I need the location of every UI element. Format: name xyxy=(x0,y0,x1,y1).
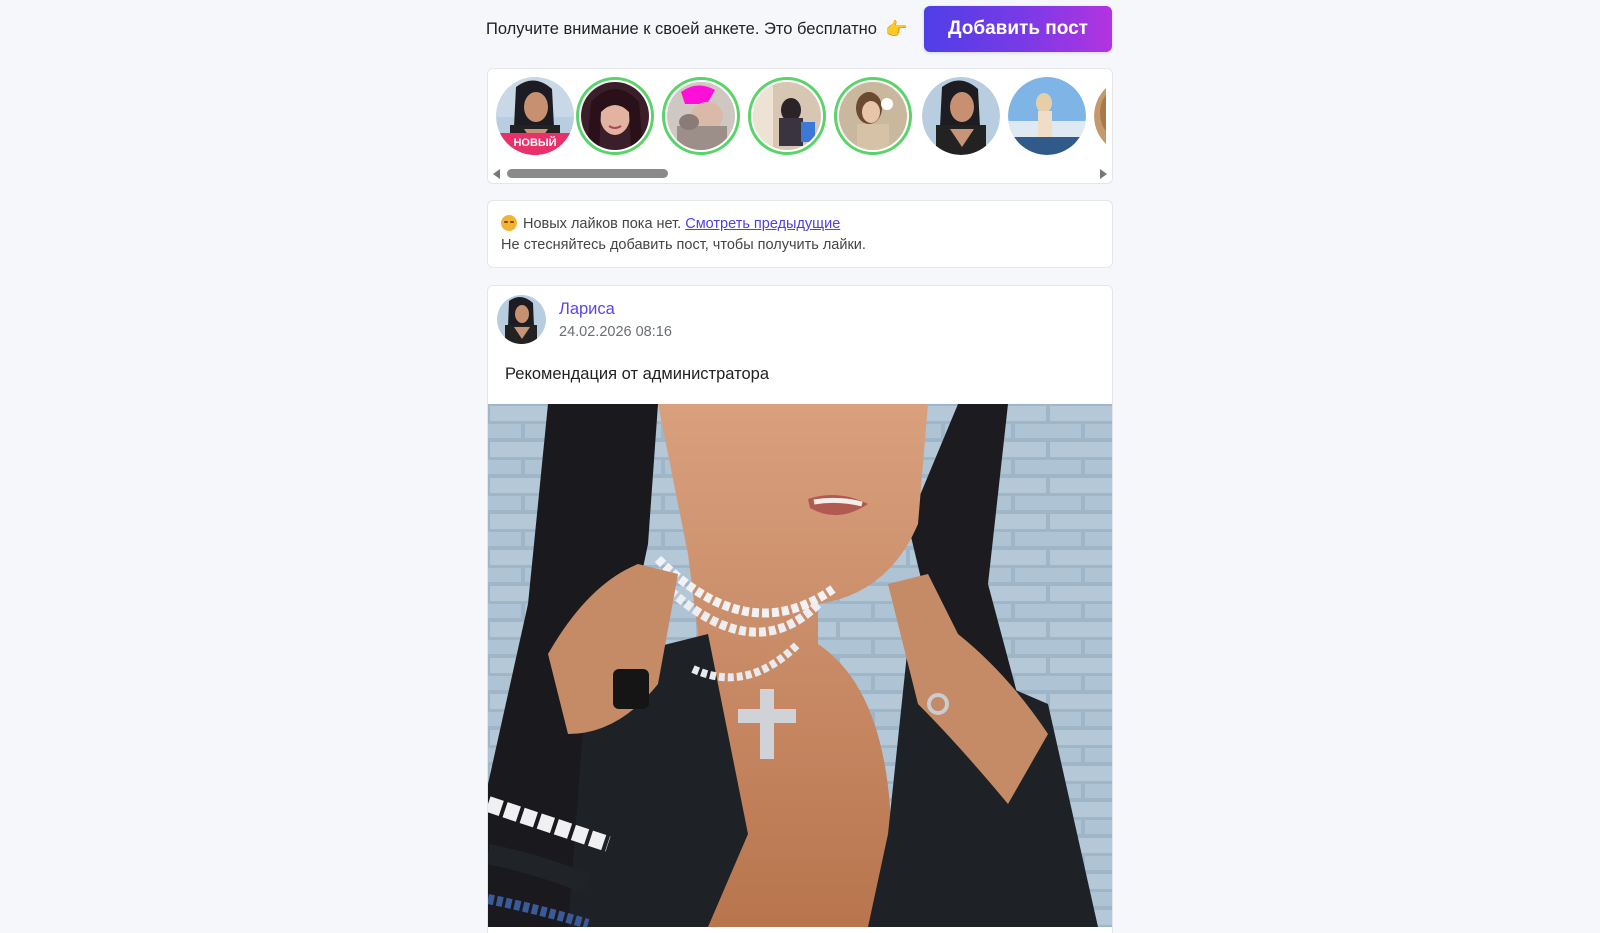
sad-face-icon xyxy=(501,215,517,231)
story-avatar[interactable] xyxy=(1094,77,1106,155)
story-avatar[interactable] xyxy=(748,77,826,155)
story-avatar[interactable] xyxy=(576,77,654,155)
add-post-button[interactable]: Добавить пост xyxy=(924,6,1112,52)
new-badge: НОВЫЙ xyxy=(496,133,574,155)
promo-message: Получите внимание к своей анкете. Это бе… xyxy=(486,19,907,40)
view-previous-link[interactable]: Смотреть предыдущие xyxy=(685,216,840,232)
likes-status-text: Новых лайков пока нет. xyxy=(523,216,682,232)
stories-carousel: НОВЫЙ xyxy=(487,68,1113,184)
story-photo xyxy=(839,82,907,150)
likes-notice: Новых лайков пока нет. Смотреть предыдущ… xyxy=(487,200,1113,268)
stories-scrollbar[interactable] xyxy=(488,165,1112,183)
story-photo xyxy=(1008,77,1086,155)
author-name[interactable]: Лариса xyxy=(559,300,615,319)
pointing-hand-icon: 👉 xyxy=(884,18,908,40)
story-avatar[interactable] xyxy=(834,77,912,155)
scroll-thumb[interactable] xyxy=(507,169,668,178)
story-avatar[interactable] xyxy=(1008,77,1086,155)
post-text: Рекомендация от администратора xyxy=(505,365,770,383)
story-avatar[interactable] xyxy=(662,77,740,155)
story-photo xyxy=(581,82,649,150)
promo-bar: Получите внимание к своей анкете. Это бе… xyxy=(486,6,1112,52)
likes-line-2: Не стесняйтесь добавить пост, чтобы полу… xyxy=(501,237,866,253)
promo-text: Получите внимание к своей анкете. Это бе… xyxy=(486,19,877,38)
author-avatar[interactable] xyxy=(497,295,546,344)
post-image[interactable] xyxy=(488,404,1112,927)
post-photo xyxy=(488,404,1112,927)
story-avatar[interactable]: НОВЫЙ xyxy=(496,77,574,155)
story-photo xyxy=(753,82,821,150)
scroll-left-arrow-icon[interactable] xyxy=(493,169,500,179)
story-photo xyxy=(1094,77,1106,155)
story-avatar[interactable] xyxy=(922,77,1000,155)
likes-line-1: Новых лайков пока нет. Смотреть предыдущ… xyxy=(501,214,1099,235)
stories-row[interactable]: НОВЫЙ xyxy=(496,77,1106,157)
author-photo xyxy=(497,295,546,344)
post-card: Лариса 24.02.2026 08:16 Рекомендация от … xyxy=(487,285,1113,933)
post-date: 24.02.2026 08:16 xyxy=(559,324,672,340)
story-photo xyxy=(922,77,1000,155)
story-photo xyxy=(667,82,735,150)
scroll-right-arrow-icon[interactable] xyxy=(1100,169,1107,179)
